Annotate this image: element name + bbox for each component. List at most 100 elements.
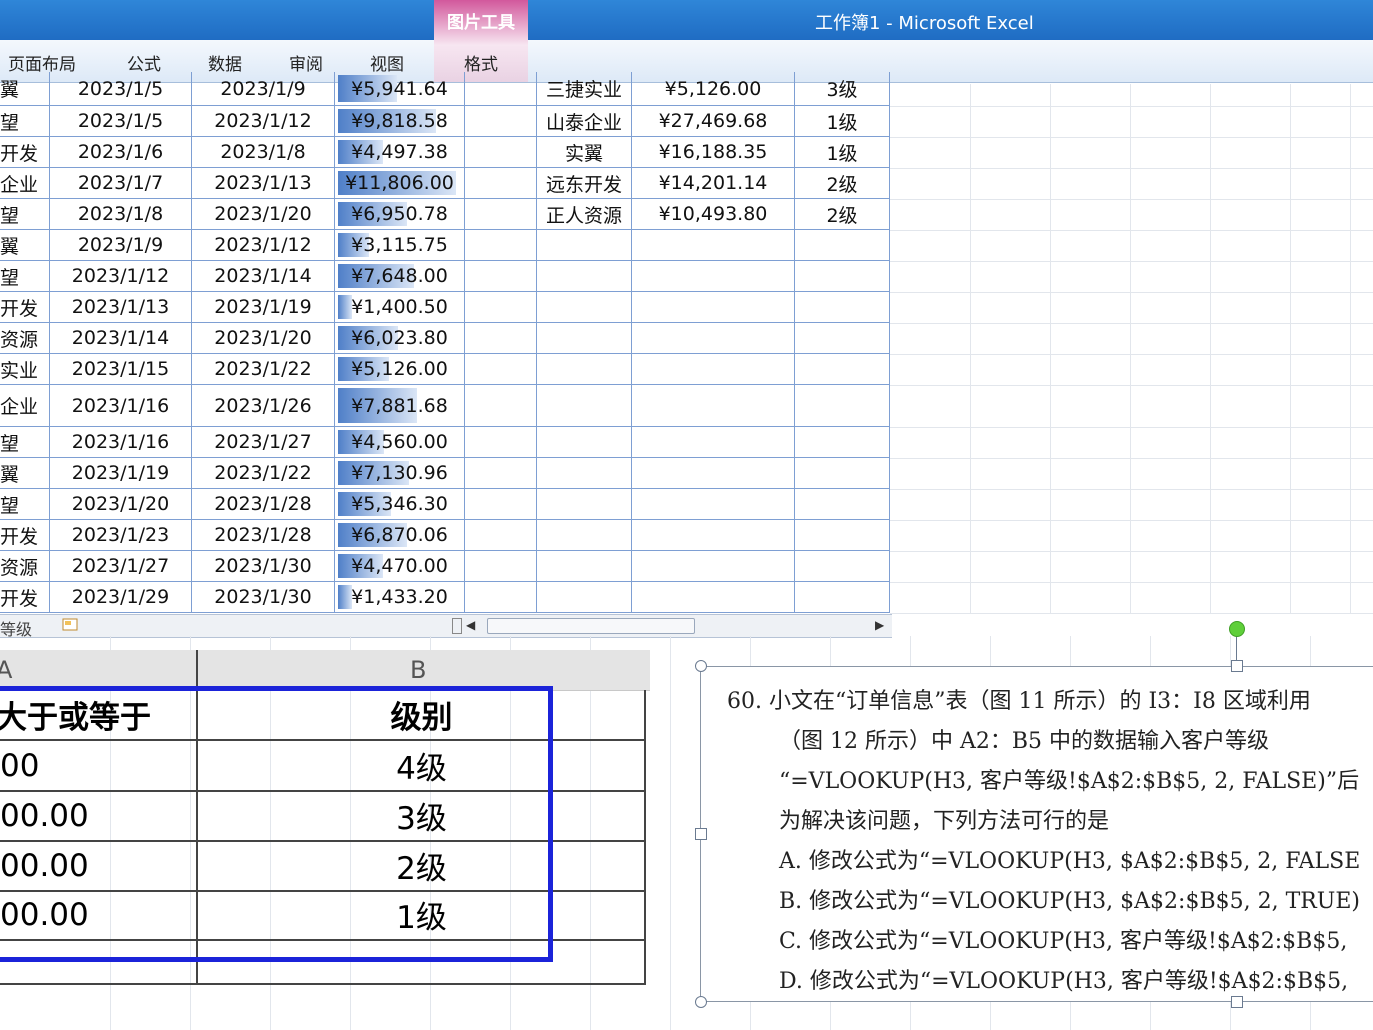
empty-cell[interactable] bbox=[795, 323, 890, 354]
table-row[interactable]: 开发 2023/1/13 2023/1/19 ¥1,400.50 bbox=[0, 292, 890, 323]
ship-date-cell[interactable]: 2023/1/22 bbox=[192, 458, 335, 489]
amount-cell[interactable]: ¥3,115.75 bbox=[335, 230, 465, 261]
empty-cell[interactable] bbox=[537, 520, 632, 551]
empty-cell[interactable] bbox=[465, 354, 537, 385]
customer-cell[interactable]: 开发 bbox=[0, 520, 50, 551]
amount-cell[interactable]: ¥4,560.00 bbox=[335, 427, 465, 458]
total-cell[interactable]: ¥16,188.35 bbox=[632, 137, 795, 168]
customer-cell[interactable]: 资源 bbox=[0, 323, 50, 354]
empty-cell[interactable] bbox=[632, 520, 795, 551]
resize-handle-top-left[interactable] bbox=[695, 660, 707, 672]
scroll-left-arrow-icon[interactable]: ◀ bbox=[466, 618, 475, 632]
customer-cell[interactable]: 实业 bbox=[0, 354, 50, 385]
blue-highlight-rectangle[interactable] bbox=[0, 686, 553, 962]
level-cell[interactable]: 1级 bbox=[795, 106, 890, 137]
customer-cell[interactable]: 开发 bbox=[0, 582, 50, 613]
empty-cell[interactable] bbox=[465, 137, 537, 168]
amount-cell[interactable]: ¥7,881.68 bbox=[335, 385, 465, 427]
empty-cell[interactable] bbox=[537, 323, 632, 354]
amount-cell[interactable]: ¥6,023.80 bbox=[335, 323, 465, 354]
empty-cell[interactable] bbox=[537, 385, 632, 427]
empty-cell[interactable] bbox=[465, 551, 537, 582]
ship-date-cell[interactable]: 2023/1/9 bbox=[192, 72, 335, 106]
amount-cell[interactable]: ¥7,648.00 bbox=[335, 261, 465, 292]
table-row[interactable]: 实业 2023/1/15 2023/1/22 ¥5,126.00 bbox=[0, 354, 890, 385]
amount-cell[interactable]: ¥4,497.38 bbox=[335, 137, 465, 168]
order-date-cell[interactable]: 2023/1/23 bbox=[50, 520, 192, 551]
amount-cell[interactable]: ¥9,818.58 bbox=[335, 106, 465, 137]
customer-cell[interactable]: 翼 bbox=[0, 458, 50, 489]
amount-cell[interactable]: ¥11,806.00 bbox=[335, 168, 465, 199]
amount-cell[interactable]: ¥7,130.96 bbox=[335, 458, 465, 489]
table-row[interactable]: 望 2023/1/8 2023/1/20 ¥6,950.78 正人资源 ¥10,493.8… bbox=[0, 199, 890, 230]
empty-cell[interactable] bbox=[795, 261, 890, 292]
customer-cell[interactable]: 企业 bbox=[0, 385, 50, 427]
empty-cell[interactable] bbox=[465, 230, 537, 261]
order-date-cell[interactable]: 2023/1/5 bbox=[50, 106, 192, 137]
customer-cell[interactable]: 望 bbox=[0, 489, 50, 520]
order-date-cell[interactable]: 2023/1/14 bbox=[50, 323, 192, 354]
empty-cell[interactable] bbox=[795, 551, 890, 582]
empty-cell[interactable] bbox=[465, 427, 537, 458]
table-row[interactable]: 望 2023/1/16 2023/1/27 ¥4,560.00 bbox=[0, 427, 890, 458]
table-row[interactable]: 开发 2023/1/23 2023/1/28 ¥6,870.06 bbox=[0, 520, 890, 551]
empty-cell[interactable] bbox=[795, 230, 890, 261]
table-row[interactable]: 望 2023/1/12 2023/1/14 ¥7,648.00 bbox=[0, 261, 890, 292]
amount-cell[interactable]: ¥1,400.50 bbox=[335, 292, 465, 323]
empty-cell[interactable] bbox=[537, 489, 632, 520]
table-row[interactable]: 资源 2023/1/27 2023/1/30 ¥4,470.00 bbox=[0, 551, 890, 582]
order-date-cell[interactable]: 2023/1/13 bbox=[50, 292, 192, 323]
picture-tools-context-tab[interactable]: 图片工具 格式 bbox=[434, 0, 528, 82]
empty-cell[interactable] bbox=[632, 489, 795, 520]
tab-split-handle[interactable] bbox=[452, 618, 462, 634]
order-date-cell[interactable]: 2023/1/7 bbox=[50, 168, 192, 199]
amount-cell[interactable]: ¥6,870.06 bbox=[335, 520, 465, 551]
horizontal-scrollbar-thumb[interactable] bbox=[487, 618, 695, 634]
empty-cell[interactable] bbox=[632, 582, 795, 613]
total-cell[interactable]: ¥10,493.80 bbox=[632, 199, 795, 230]
empty-cell[interactable] bbox=[632, 261, 795, 292]
insert-sheet-icon[interactable] bbox=[62, 618, 80, 632]
order-date-cell[interactable]: 2023/1/16 bbox=[50, 427, 192, 458]
table-row[interactable]: 企业 2023/1/7 2023/1/13 ¥11,806.00 远东开发 ¥14,201… bbox=[0, 168, 890, 199]
customer-cell[interactable]: 翼 bbox=[0, 230, 50, 261]
customer-cell[interactable]: 望 bbox=[0, 199, 50, 230]
ship-date-cell[interactable]: 2023/1/13 bbox=[192, 168, 335, 199]
table-row[interactable]: 开发 2023/1/6 2023/1/8 ¥4,497.38 实翼 ¥16,188.35 1… bbox=[0, 137, 890, 168]
empty-cell[interactable] bbox=[632, 385, 795, 427]
empty-cell[interactable] bbox=[465, 72, 537, 106]
amount-cell[interactable]: ¥1,433.20 bbox=[335, 582, 465, 613]
ship-date-cell[interactable]: 2023/1/19 bbox=[192, 292, 335, 323]
amount-cell[interactable]: ¥5,346.30 bbox=[335, 489, 465, 520]
empty-cell[interactable] bbox=[795, 385, 890, 427]
empty-cell[interactable] bbox=[465, 168, 537, 199]
ship-date-cell[interactable]: 2023/1/27 bbox=[192, 427, 335, 458]
empty-cell[interactable] bbox=[465, 458, 537, 489]
table-row[interactable]: 翼 2023/1/9 2023/1/12 ¥3,115.75 bbox=[0, 230, 890, 261]
rotate-handle[interactable] bbox=[1229, 621, 1245, 637]
ship-date-cell[interactable]: 2023/1/30 bbox=[192, 582, 335, 613]
table-row[interactable]: 翼 2023/1/19 2023/1/22 ¥7,130.96 bbox=[0, 458, 890, 489]
empty-cell[interactable] bbox=[465, 199, 537, 230]
empty-cell[interactable] bbox=[795, 489, 890, 520]
table-row[interactable]: 望 2023/1/5 2023/1/12 ¥9,818.58 山泰企业 ¥27,469.6… bbox=[0, 106, 890, 137]
table-row[interactable]: 望 2023/1/20 2023/1/28 ¥5,346.30 bbox=[0, 489, 890, 520]
scroll-right-arrow-icon[interactable]: ▶ bbox=[875, 618, 884, 632]
order-date-cell[interactable]: 2023/1/9 bbox=[50, 230, 192, 261]
empty-cell[interactable] bbox=[537, 427, 632, 458]
customer-cell[interactable]: 开发 bbox=[0, 137, 50, 168]
empty-cell[interactable] bbox=[465, 489, 537, 520]
customer-cell[interactable]: 望 bbox=[0, 106, 50, 137]
empty-cell[interactable] bbox=[795, 458, 890, 489]
empty-cell[interactable] bbox=[465, 385, 537, 427]
empty-grid-area[interactable] bbox=[890, 84, 1373, 614]
total-cell[interactable]: ¥14,201.14 bbox=[632, 168, 795, 199]
order-date-cell[interactable]: 2023/1/5 bbox=[50, 72, 192, 106]
amount-cell[interactable]: ¥5,941.64 bbox=[335, 72, 465, 106]
empty-cell[interactable] bbox=[537, 354, 632, 385]
resize-handle-bottom-left[interactable] bbox=[695, 996, 707, 1008]
empty-cell[interactable] bbox=[537, 458, 632, 489]
empty-cell[interactable] bbox=[632, 427, 795, 458]
order-date-cell[interactable]: 2023/1/29 bbox=[50, 582, 192, 613]
ship-date-cell[interactable]: 2023/1/20 bbox=[192, 199, 335, 230]
